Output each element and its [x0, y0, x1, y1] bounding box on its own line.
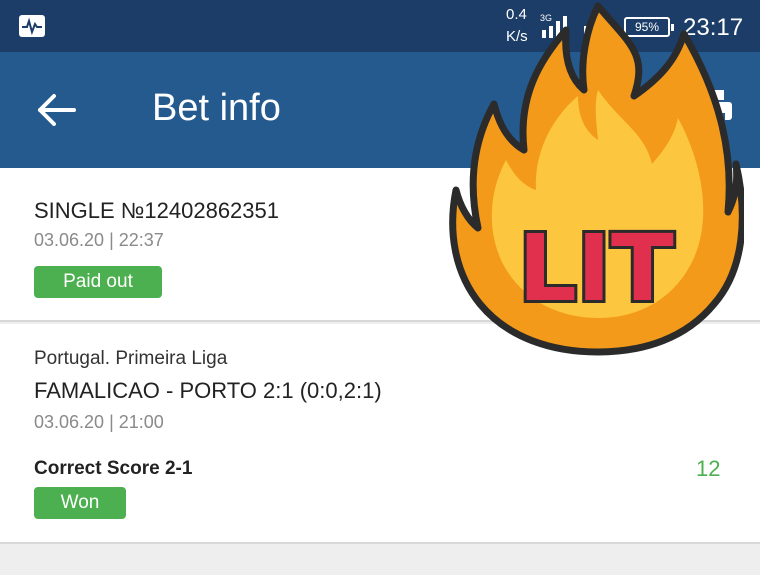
bet-number: SINGLE №12402862351 — [34, 198, 279, 223]
event-card: Portugal. Primeira Liga FAMALICAO - PORT… — [0, 324, 760, 544]
result-badge: Won — [34, 487, 126, 519]
fire-icon: LIT — [449, 2, 744, 356]
page-title: Bet info — [152, 87, 281, 129]
odds-value: 12 — [696, 456, 721, 481]
activity-icon — [19, 15, 45, 37]
market-label: Correct Score 2-1 — [34, 458, 193, 479]
sticker-text: LIT — [518, 215, 674, 322]
back-arrow-icon[interactable] — [36, 92, 80, 128]
event-league: Portugal. Primeira Liga — [34, 348, 228, 369]
status-badge: Paid out — [34, 266, 162, 298]
event-match: FAMALICAO - PORTO 2:1 (0:0,2:1) — [34, 378, 382, 403]
bet-datetime: 03.06.20 | 22:37 — [34, 230, 164, 250]
event-datetime: 03.06.20 | 21:00 — [34, 412, 164, 432]
